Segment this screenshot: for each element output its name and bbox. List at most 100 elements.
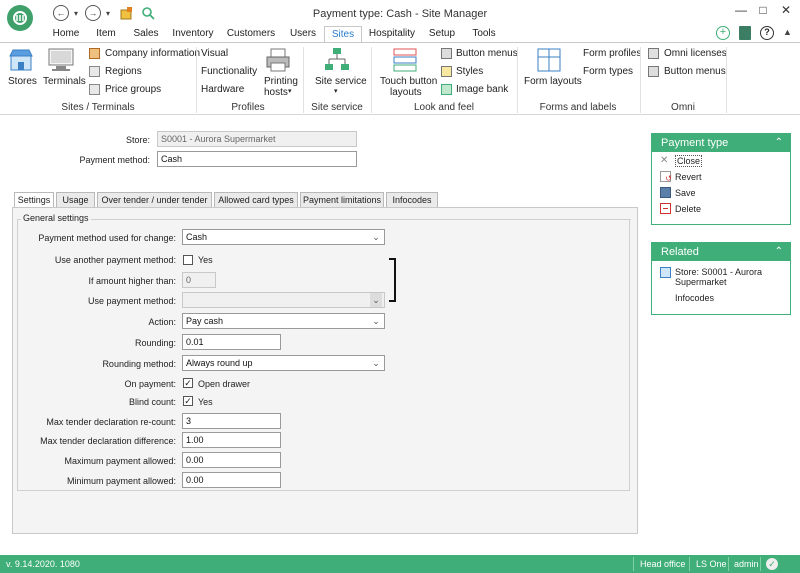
max-recount-field[interactable]: 3: [182, 413, 281, 429]
hardware-button[interactable]: Hardware: [201, 84, 244, 95]
save-action[interactable]: Save: [660, 187, 696, 198]
on-payment-checkbox[interactable]: ✓: [183, 378, 193, 388]
delete-action[interactable]: Delete: [660, 203, 701, 214]
tab-detail-infocodes[interactable]: Infocodes: [386, 192, 438, 208]
terminals-icon: [47, 47, 75, 76]
group-look-and-feel: Look and feel: [413, 102, 475, 113]
min-payment-field[interactable]: 0.00: [182, 472, 281, 488]
printer-icon: [265, 47, 291, 76]
revert-action[interactable]: ↺ Revert: [660, 171, 702, 183]
window-title: Payment type: Cash - Site Manager: [312, 8, 488, 20]
styles-button[interactable]: Styles: [456, 66, 483, 77]
title-bar: ← ▾ → ▾ Payment type: Cash - Site Manage…: [0, 0, 800, 31]
action-label: Action:: [148, 317, 176, 327]
group-bracket: [389, 258, 396, 302]
tab-tools[interactable]: Tools: [466, 26, 502, 43]
button-menus-button[interactable]: Button menus: [456, 48, 518, 59]
styles-icon: [441, 66, 452, 77]
payment-method-change-label: Payment method used for change:: [38, 233, 176, 243]
add-icon[interactable]: +: [716, 26, 730, 40]
functionality-button[interactable]: Functionality: [201, 66, 257, 77]
tab-sales[interactable]: Sales: [128, 26, 164, 43]
status-ok-icon: ✓: [766, 558, 778, 570]
form-layouts-button[interactable]: Form layouts: [524, 76, 582, 87]
image-bank-button[interactable]: Image bank: [456, 84, 508, 95]
tab-hospitality[interactable]: Hospitality: [366, 26, 418, 43]
related-panel-header[interactable]: Related ⌃: [652, 243, 790, 261]
company-icon: [89, 48, 100, 59]
tab-inventory[interactable]: Inventory: [168, 26, 218, 43]
save-label: Save: [675, 187, 696, 198]
tab-setup[interactable]: Setup: [424, 26, 460, 43]
omni-licenses-button[interactable]: Omni licenses: [664, 48, 727, 59]
collapse-ribbon-icon[interactable]: ▲: [783, 27, 792, 37]
book-icon[interactable]: [739, 26, 751, 40]
collapse-icon[interactable]: ⌃: [775, 134, 783, 152]
visual-button[interactable]: Visual: [201, 48, 228, 59]
regions-button[interactable]: Regions: [105, 66, 142, 77]
blind-count-checkbox[interactable]: ✓: [183, 396, 193, 406]
payment-method-label: Payment method:: [79, 155, 150, 165]
collapse-icon[interactable]: ⌃: [775, 243, 783, 261]
if-amount-higher-label: If amount higher than:: [88, 276, 176, 286]
status-bar: v. 9.14.2020. 1080 Head office LS One ad…: [0, 555, 800, 573]
max-payment-field[interactable]: 0.00: [182, 452, 281, 468]
store-label: Store:: [125, 135, 150, 145]
touch-button-layouts-button[interactable]: Touch button: [380, 76, 437, 87]
related-store-link[interactable]: Store: S0001 - Aurora Supermarket: [660, 267, 762, 287]
stores-button[interactable]: Stores: [8, 76, 37, 87]
printing-hosts-dropdown-icon[interactable]: ▾: [288, 87, 292, 95]
tab-item[interactable]: Item: [88, 26, 124, 43]
close-label: Close: [675, 155, 703, 167]
chevron-down-icon: ⌄: [370, 293, 382, 307]
blind-count-text: Yes: [198, 397, 213, 407]
payment-method-field[interactable]: Cash: [157, 151, 357, 167]
use-another-checkbox[interactable]: [183, 255, 193, 265]
form-profiles-button[interactable]: Form profiles: [583, 48, 641, 59]
delete-label: Delete: [675, 203, 702, 214]
rounding-field[interactable]: 0.01: [182, 334, 281, 350]
form-types-button[interactable]: Form types: [583, 66, 633, 77]
action-select[interactable]: Pay cash ⌄: [182, 313, 385, 329]
tab-users[interactable]: Users: [284, 26, 322, 43]
store-field: S0001 - Aurora Supermarket: [157, 131, 357, 147]
stores-icon: [8, 47, 34, 76]
minimize-button[interactable]: —: [730, 3, 752, 19]
printing-hosts-button[interactable]: Printing: [264, 76, 298, 87]
terminals-button[interactable]: Terminals: [43, 76, 86, 87]
max-difference-label: Max tender declaration difference:: [40, 436, 176, 446]
maximize-button[interactable]: □: [752, 3, 774, 19]
payment-type-panel-header[interactable]: Payment type ⌃: [652, 134, 790, 152]
price-groups-button[interactable]: Price groups: [105, 84, 161, 95]
button-menus-icon: [441, 48, 452, 59]
close-window-button[interactable]: ✕: [775, 3, 797, 19]
company-information-button[interactable]: Company information: [105, 48, 200, 59]
site-service-button[interactable]: Site service: [315, 76, 367, 87]
site-service-dropdown-icon[interactable]: ▾: [334, 87, 338, 95]
tab-detail-payment-limitations[interactable]: Payment limitations: [300, 192, 384, 208]
group-omni: Omni: [671, 102, 695, 113]
group-forms-and-labels: Forms and labels: [539, 102, 617, 113]
max-difference-field[interactable]: 1.00: [182, 432, 281, 448]
tab-sites[interactable]: Sites: [324, 26, 362, 43]
related-infocodes-link[interactable]: Infocodes: [675, 293, 714, 303]
tab-detail-over-under-tender[interactable]: Over tender / under tender: [97, 192, 212, 208]
tab-detail-usage[interactable]: Usage: [56, 192, 95, 208]
payment-method-change-select[interactable]: Cash ⌄: [182, 229, 385, 245]
payment-type-panel-title: Payment type: [661, 137, 729, 149]
help-icon[interactable]: ?: [760, 26, 774, 40]
rounding-method-label: Rounding method:: [102, 359, 176, 369]
product-text: LS One: [696, 559, 727, 569]
use-another-text: Yes: [198, 255, 213, 265]
close-action[interactable]: ✕ Close: [660, 155, 703, 167]
ribbon-separator: [726, 47, 727, 113]
image-bank-icon: [441, 84, 452, 95]
rounding-method-select[interactable]: Always round up ⌄: [182, 355, 385, 371]
payment-method-change-value: Cash: [186, 232, 208, 242]
omni-button-menus-button[interactable]: Button menus: [664, 66, 726, 77]
tab-customers[interactable]: Customers: [224, 26, 278, 43]
on-payment-text: Open drawer: [198, 379, 251, 389]
group-site-service: Site service: [311, 102, 363, 113]
tab-home[interactable]: Home: [48, 26, 84, 43]
tab-detail-allowed-card-types[interactable]: Allowed card types: [214, 192, 298, 208]
